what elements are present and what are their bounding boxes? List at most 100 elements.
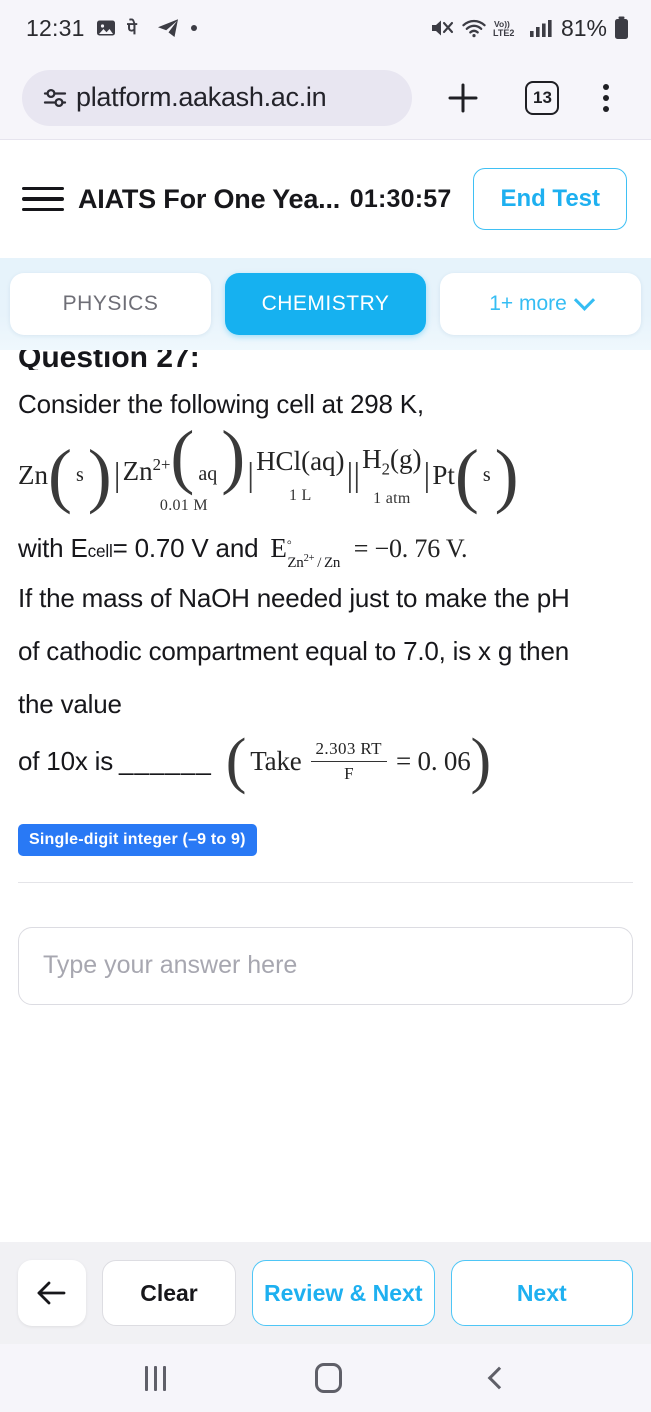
take-paren-open: ( xyxy=(225,726,247,795)
estd-letter: E xyxy=(270,532,287,563)
previous-question-button[interactable] xyxy=(18,1260,86,1326)
test-app-header: AIATS For One Yea... 01:30:57 End Test xyxy=(0,140,651,258)
tab-chemistry[interactable]: CHEMISTRY xyxy=(225,273,426,335)
browser-toolbar: platform.aakash.ac.in 13 xyxy=(0,56,651,140)
paren-close-1: ) xyxy=(87,435,112,516)
cathode-phase: s xyxy=(482,464,491,487)
signal-bars-icon xyxy=(529,18,552,38)
volte-indicator: Vo)) LTE2 xyxy=(493,17,523,39)
battery-percent: 81% xyxy=(560,14,607,41)
volte-bottom: LTE2 xyxy=(493,28,514,38)
anode-ion-state: aq xyxy=(198,462,218,485)
gas-symbol: H xyxy=(362,444,382,475)
paren-open-1: ( xyxy=(48,435,72,516)
question-content: Question 27: Consider the following cell… xyxy=(0,350,651,1242)
home-icon[interactable] xyxy=(314,1363,342,1393)
standard-potential-symbol: E◦ Zn2+ / Zn xyxy=(270,532,340,571)
tab-more-label: 1+ more xyxy=(489,292,567,315)
battery-icon xyxy=(614,16,629,40)
anode-ion-expr: Zn2+(aq) xyxy=(122,420,246,492)
answer-input[interactable]: Type your answer here xyxy=(18,926,633,1005)
anode-ion-group: Zn2+(aq) 0.01 M xyxy=(122,420,246,515)
gas-expr: H2(g) xyxy=(362,444,421,479)
question-line-1: Consider the following cell at 298 K, xyxy=(18,389,424,419)
clear-button-label: Clear xyxy=(140,1279,198,1306)
dot-icon xyxy=(190,24,198,32)
gas-subscript: 2 xyxy=(381,459,391,479)
tab-more[interactable]: 1+ more xyxy=(440,273,641,335)
status-bar-clock: 12:31 xyxy=(26,14,85,41)
anode-metal: Zn xyxy=(18,460,48,491)
review-next-label: Review & Next xyxy=(263,1279,423,1306)
phase-boundary-2: | xyxy=(247,456,255,494)
countdown-timer: 01:30:57 xyxy=(349,184,452,213)
gas-group: H2(g) 1 atm xyxy=(362,444,421,507)
estd-subscript: Zn2+ / Zn xyxy=(287,552,341,571)
gas-state: (g) xyxy=(390,444,422,475)
back-chevron-icon[interactable] xyxy=(487,1366,510,1390)
take-paren-close: ) xyxy=(470,726,492,795)
android-status-bar: 12:31 पे Vo)) LTE2 81% xyxy=(0,0,651,56)
chevron-down-icon xyxy=(573,289,595,311)
cathode-metal: Pt xyxy=(432,460,455,491)
tune-icon[interactable] xyxy=(42,85,68,111)
status-bar-right: Vo)) LTE2 81% xyxy=(430,15,629,42)
end-test-button[interactable]: End Test xyxy=(473,168,627,230)
question-line-4: of cathodic compartment equal to 7.0, is… xyxy=(18,635,569,666)
paren-close-3: ) xyxy=(494,435,519,516)
ecell-prefix: with E xyxy=(18,532,88,563)
tab-physics[interactable]: PHYSICS xyxy=(10,273,211,335)
salt-bridge: || xyxy=(346,456,361,494)
electrolyte-group: HCl(aq) 1 L xyxy=(256,446,344,505)
phonepe-icon: पे xyxy=(126,17,146,39)
answer-blank: ______ xyxy=(119,745,212,776)
next-button-label: Next xyxy=(516,1279,567,1306)
hamburger-icon[interactable] xyxy=(18,186,64,212)
gas-pressure: 1 atm xyxy=(373,489,411,507)
photo-icon xyxy=(96,18,116,38)
take-equals: = 0. 06 xyxy=(395,745,471,776)
question-line-3: If the mass of NaOH needed just to make … xyxy=(18,582,570,613)
next-button[interactable]: Next xyxy=(450,1260,633,1326)
take-numerator: 2.303 RT xyxy=(315,738,382,758)
question-line-6: of 10x is ______ ( Take 2.303 RT F = 0. … xyxy=(18,726,633,795)
android-nav-bar xyxy=(0,1344,651,1412)
paren-open-2: ( xyxy=(170,415,195,496)
paren-close-2: ) xyxy=(221,415,246,496)
answer-input-placeholder: Type your answer here xyxy=(43,951,298,980)
anode-ion-charge: 2+ xyxy=(152,454,171,474)
take-fraction: 2.303 RT F xyxy=(310,738,387,784)
section-divider xyxy=(18,881,633,883)
question-action-bar: Clear Review & Next Next xyxy=(0,1242,651,1344)
electrolyte-volume: 1 L xyxy=(288,487,312,505)
review-and-next-button[interactable]: Review & Next xyxy=(252,1260,435,1326)
address-bar[interactable]: platform.aakash.ac.in xyxy=(22,69,412,126)
tab-physics-label: PHYSICS xyxy=(62,292,159,315)
take-denominator: F xyxy=(310,760,387,784)
arrow-left-icon xyxy=(35,1278,69,1308)
tab-chemistry-label: CHEMISTRY xyxy=(261,292,390,315)
ecell-subscript: cell xyxy=(87,540,113,561)
test-title: AIATS For One Yea... xyxy=(78,183,341,214)
mute-icon xyxy=(430,17,454,39)
anode-ion: Zn xyxy=(122,455,153,486)
anode-concentration: 0.01 M xyxy=(159,496,208,514)
cell-notation: Zn ( s ) | Zn2+(aq) 0.01 M | HCl(aq) 1 L… xyxy=(18,420,633,516)
question-line-5: the value xyxy=(18,688,122,719)
clear-button[interactable]: Clear xyxy=(102,1260,236,1326)
status-bar-left: 12:31 पे xyxy=(26,15,198,42)
plus-icon[interactable] xyxy=(444,79,482,117)
svg-text:पे: पे xyxy=(127,18,138,39)
tab-counter[interactable]: 13 xyxy=(525,80,560,115)
wifi-icon xyxy=(461,17,486,39)
url-text: platform.aakash.ac.in xyxy=(76,82,327,112)
ecell-value: = 0.70 V and xyxy=(112,532,259,563)
recents-icon[interactable] xyxy=(144,1365,166,1391)
anode-phase: s xyxy=(75,464,84,487)
kebab-menu-icon[interactable] xyxy=(603,83,610,112)
subject-tab-strip: PHYSICS CHEMISTRY 1+ more xyxy=(0,258,651,350)
browser-actions: 13 xyxy=(412,79,631,117)
take-expression: ( Take 2.303 RT F = 0. 06 ) xyxy=(225,726,492,795)
question-heading: Question 27: xyxy=(18,350,200,370)
paren-open-3: ( xyxy=(454,435,479,516)
